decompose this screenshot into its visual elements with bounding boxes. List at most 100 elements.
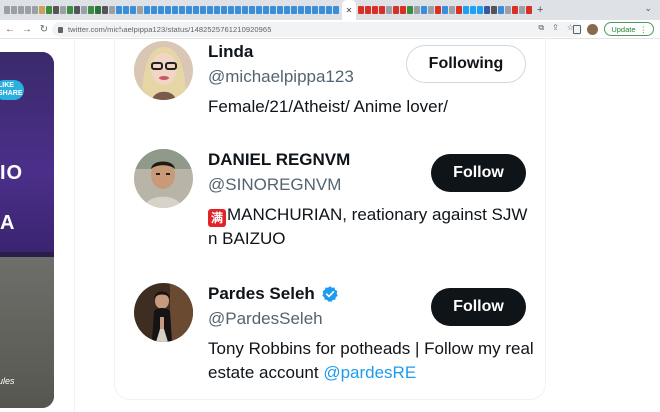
tab-favicon-icon[interactable] bbox=[165, 6, 171, 14]
close-icon[interactable]: ✕ bbox=[346, 6, 353, 15]
tab-favicon-icon[interactable] bbox=[144, 6, 150, 14]
reload-icon[interactable]: ↻ bbox=[37, 24, 51, 35]
tab-favicon-icon[interactable] bbox=[435, 6, 441, 14]
forward-icon[interactable]: → bbox=[20, 24, 34, 35]
profile-link[interactable]: @pardesRE bbox=[323, 363, 416, 382]
avatar[interactable] bbox=[134, 283, 193, 342]
tab-favicon-icon[interactable] bbox=[298, 6, 304, 14]
tab-favicon-icon[interactable] bbox=[60, 6, 66, 14]
tab-favicon-icon[interactable] bbox=[333, 6, 339, 14]
tab-favicon-icon[interactable] bbox=[305, 6, 311, 14]
chevron-down-icon[interactable]: ⌄ bbox=[644, 3, 652, 14]
tab-favicon-icon[interactable] bbox=[74, 6, 80, 14]
tab-favicon-icon[interactable] bbox=[456, 6, 462, 14]
tab-favicon-icon[interactable] bbox=[393, 6, 399, 14]
tab-favicon-icon[interactable] bbox=[137, 6, 143, 14]
lock-icon[interactable] bbox=[58, 26, 63, 33]
tab-favicon-icon[interactable] bbox=[477, 6, 483, 14]
tab-favicon-icon[interactable] bbox=[407, 6, 413, 14]
tab-favicon-icon[interactable] bbox=[372, 6, 378, 14]
tab-favicon-icon[interactable] bbox=[25, 6, 31, 14]
tab-favicon-icon[interactable] bbox=[512, 6, 518, 14]
tab-favicon-icon[interactable] bbox=[312, 6, 318, 14]
tab-favicon-icon[interactable] bbox=[95, 6, 101, 14]
tab-favicon-icon[interactable] bbox=[498, 6, 504, 14]
tab-favicon-icon[interactable] bbox=[88, 6, 94, 14]
avatar[interactable] bbox=[134, 149, 193, 208]
tab-favicon-icon[interactable] bbox=[319, 6, 325, 14]
tab-favicon-icon[interactable] bbox=[186, 6, 192, 14]
tab-favicon-icon[interactable] bbox=[109, 6, 115, 14]
tab-favicon-icon[interactable] bbox=[442, 6, 448, 14]
avatar[interactable] bbox=[134, 41, 193, 100]
tab-favicon-icon[interactable] bbox=[526, 6, 532, 14]
user-name[interactable]: DANIEL REGNVM bbox=[208, 150, 350, 170]
tab-favicon-icon[interactable] bbox=[123, 6, 129, 14]
tab-favicon-icon[interactable] bbox=[249, 6, 255, 14]
tab-favicon-icon[interactable] bbox=[242, 6, 248, 14]
tab-favicon-icon[interactable] bbox=[449, 6, 455, 14]
tab-favicon-icon[interactable] bbox=[130, 6, 136, 14]
avatar[interactable] bbox=[587, 23, 599, 35]
user-handle[interactable]: @PardesSeleh bbox=[208, 309, 323, 329]
tab-favicon-icon[interactable] bbox=[172, 6, 178, 14]
media-card[interactable]: LIKE SHARE IO A ules bbox=[0, 52, 54, 408]
following-button[interactable]: Following bbox=[406, 45, 526, 83]
tab-favicon-icon[interactable] bbox=[470, 6, 476, 14]
tab-favicon-icon[interactable] bbox=[263, 6, 269, 14]
tab-favicon-icon[interactable] bbox=[200, 6, 206, 14]
tab-favicon-icon[interactable] bbox=[46, 6, 52, 14]
back-icon[interactable]: ← bbox=[3, 24, 17, 35]
user-name[interactable]: Linda bbox=[208, 42, 253, 62]
tab-favicon-icon[interactable] bbox=[414, 6, 420, 14]
tab-favicon-icon[interactable] bbox=[67, 6, 73, 14]
tab-favicon-icon[interactable] bbox=[221, 6, 227, 14]
tab-favicon-icon[interactable] bbox=[81, 6, 87, 14]
tab-favicon-icon[interactable] bbox=[11, 6, 17, 14]
share-icon[interactable]: ⇪ bbox=[552, 23, 559, 33]
update-button[interactable]: Update ⋮ bbox=[604, 22, 654, 36]
tab-favicon-icon[interactable] bbox=[326, 6, 332, 14]
tab-favicon-icon[interactable] bbox=[270, 6, 276, 14]
tab-favicon-icon[interactable] bbox=[365, 6, 371, 14]
tab-favicon-icon[interactable] bbox=[4, 6, 10, 14]
tab-favicon-icon[interactable] bbox=[151, 6, 157, 14]
tab-favicon-icon[interactable] bbox=[102, 6, 108, 14]
tab-favicon-icon[interactable] bbox=[179, 6, 185, 14]
tab-favicon-icon[interactable] bbox=[116, 6, 122, 14]
tab-favicon-icon[interactable] bbox=[519, 6, 525, 14]
tab-favicon-icon[interactable] bbox=[228, 6, 234, 14]
tab-favicon-icon[interactable] bbox=[358, 6, 364, 14]
tab-favicon-icon[interactable] bbox=[214, 6, 220, 14]
tab-favicon-icon[interactable] bbox=[39, 6, 45, 14]
tab-favicon-icon[interactable] bbox=[463, 6, 469, 14]
user-handle[interactable]: @michaelpippa123 bbox=[208, 67, 354, 87]
user-name[interactable]: Pardes Seleh bbox=[208, 284, 339, 304]
tab-favicon-icon[interactable] bbox=[428, 6, 434, 14]
tab-favicon-icon[interactable] bbox=[491, 6, 497, 14]
tab-favicons-right[interactable] bbox=[358, 6, 533, 14]
tab-favicon-icon[interactable] bbox=[421, 6, 427, 14]
active-tab[interactable]: ✕ bbox=[342, 0, 356, 20]
tab-favicon-icon[interactable] bbox=[193, 6, 199, 14]
tab-favicon-icon[interactable] bbox=[484, 6, 490, 14]
tab-favicon-icon[interactable] bbox=[53, 6, 59, 14]
tab-favicon-icon[interactable] bbox=[291, 6, 297, 14]
kebab-menu-icon[interactable]: ⋮ bbox=[640, 25, 648, 34]
tab-favicon-icon[interactable] bbox=[32, 6, 38, 14]
tab-favicon-icon[interactable] bbox=[386, 6, 392, 14]
tab-favicon-icon[interactable] bbox=[379, 6, 385, 14]
follow-button[interactable]: Follow bbox=[431, 154, 526, 192]
new-tab-icon[interactable]: + bbox=[537, 4, 543, 16]
tab-favicon-icon[interactable] bbox=[277, 6, 283, 14]
tab-favicon-icon[interactable] bbox=[284, 6, 290, 14]
tab-favicon-icon[interactable] bbox=[158, 6, 164, 14]
tab-favicon-icon[interactable] bbox=[235, 6, 241, 14]
tab-favicon-icon[interactable] bbox=[18, 6, 24, 14]
tab-favicon-icon[interactable] bbox=[256, 6, 262, 14]
user-handle[interactable]: @SINOREGNVM bbox=[208, 175, 341, 195]
tab-favicons[interactable] bbox=[4, 6, 340, 14]
tab-favicon-icon[interactable] bbox=[207, 6, 213, 14]
follow-button[interactable]: Follow bbox=[431, 288, 526, 326]
tab-favicon-icon[interactable] bbox=[505, 6, 511, 14]
